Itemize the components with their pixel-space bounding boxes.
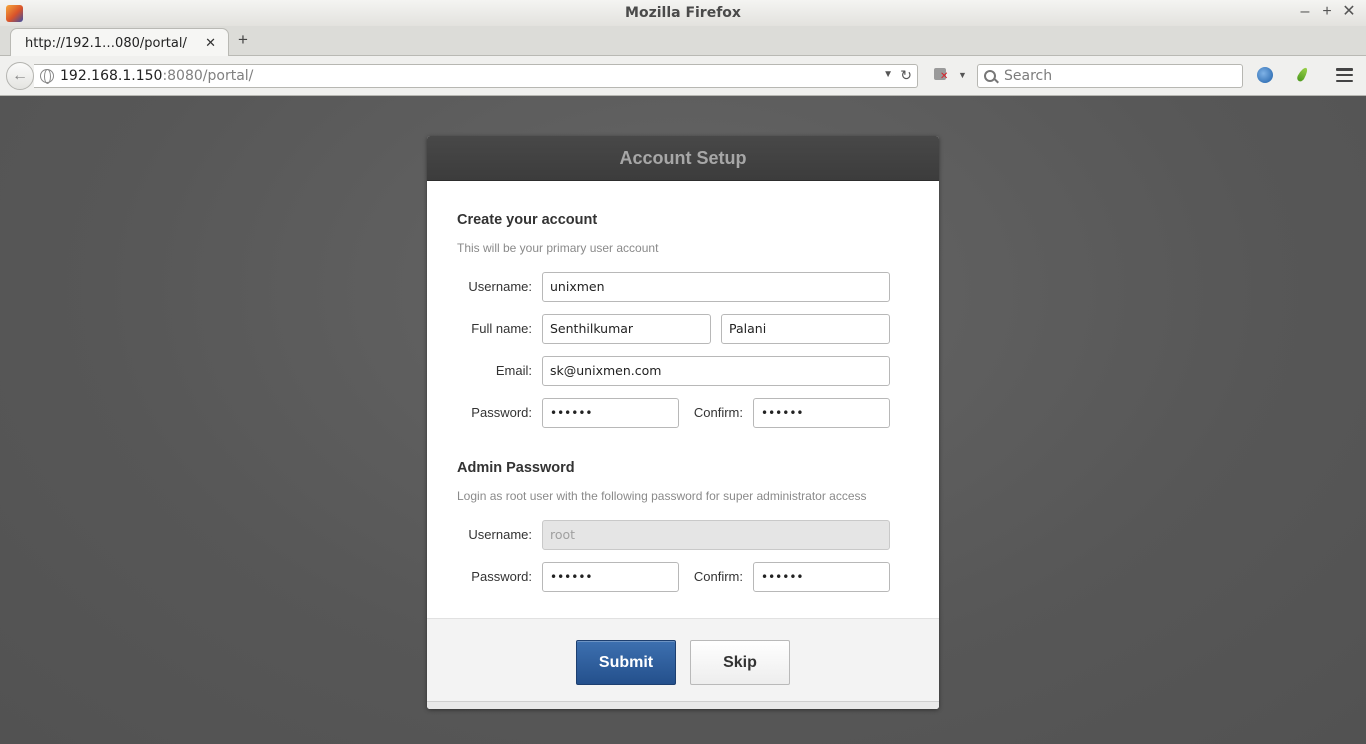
reload-icon[interactable]: ↻ bbox=[900, 67, 912, 84]
addon-globe-icon[interactable] bbox=[1257, 67, 1273, 83]
account-setup-card: Account Setup Create your account This w… bbox=[427, 136, 939, 709]
admin-confirm-password-input[interactable]: •••••• bbox=[753, 562, 890, 592]
card-body: Create your account This will be your pr… bbox=[427, 181, 939, 618]
search-icon bbox=[984, 70, 996, 82]
tab-strip: http://192.1…080/portal/ ✕ + bbox=[0, 26, 1366, 57]
url-bar[interactable]: 192.168.1.150:8080/portal/ ▼ ↻ bbox=[34, 64, 918, 88]
admin-confirm-label: Confirm: bbox=[693, 569, 743, 584]
navigation-bar: ← 192.168.1.150:8080/portal/ ▼ ↻ ▼ Searc… bbox=[0, 56, 1366, 96]
window-controls: – + ✕ bbox=[1298, 3, 1356, 21]
section-title-create-account: Create your account bbox=[457, 212, 598, 228]
fullname-label: Full name: bbox=[471, 321, 532, 336]
section-desc-admin-password: Login as root user with the following pa… bbox=[457, 489, 867, 503]
confirm-password-input[interactable]: •••••• bbox=[753, 398, 890, 428]
first-name-input[interactable]: Senthilkumar bbox=[542, 314, 711, 344]
window-title: Mozilla Firefox bbox=[625, 5, 741, 21]
url-path: :8080/portal/ bbox=[162, 68, 254, 84]
title-bar: Mozilla Firefox – + ✕ bbox=[0, 0, 1366, 26]
tab-close-icon[interactable]: ✕ bbox=[205, 35, 216, 51]
maximize-button[interactable]: + bbox=[1320, 3, 1334, 21]
username-input[interactable]: unixmen bbox=[542, 272, 890, 302]
footer-edge bbox=[427, 701, 939, 709]
url-host: 192.168.1.150 bbox=[60, 68, 163, 84]
minimize-button[interactable]: – bbox=[1298, 3, 1312, 21]
password-label: Password: bbox=[471, 405, 532, 420]
globe-icon bbox=[40, 69, 54, 84]
admin-username-input: root bbox=[542, 520, 890, 550]
search-input[interactable]: Search bbox=[977, 64, 1243, 88]
admin-username-label: Username: bbox=[468, 527, 532, 542]
card-header: Account Setup bbox=[427, 136, 939, 181]
admin-password-input[interactable]: •••••• bbox=[542, 562, 679, 592]
email-label: Email: bbox=[495, 363, 532, 378]
download-dropdown-icon[interactable]: ▼ bbox=[958, 70, 967, 80]
search-placeholder: Search bbox=[1004, 68, 1053, 84]
last-name-input[interactable]: Palani bbox=[721, 314, 890, 344]
username-label: Username: bbox=[468, 279, 532, 294]
tab-portal[interactable]: http://192.1…080/portal/ ✕ bbox=[10, 28, 229, 57]
addon-leaf-icon[interactable] bbox=[1296, 66, 1310, 84]
firefox-logo-icon bbox=[6, 5, 23, 22]
card-footer: Submit Skip bbox=[427, 618, 939, 709]
url-history-dropdown-icon[interactable]: ▼ bbox=[883, 69, 893, 80]
section-title-admin-password: Admin Password bbox=[457, 460, 575, 476]
back-button[interactable]: ← bbox=[6, 62, 34, 90]
submit-button[interactable]: Submit bbox=[576, 640, 676, 685]
hamburger-menu-icon[interactable] bbox=[1336, 68, 1353, 82]
password-input[interactable]: •••••• bbox=[542, 398, 679, 428]
confirm-label: Confirm: bbox=[693, 405, 743, 420]
skip-button[interactable]: Skip bbox=[690, 640, 790, 685]
email-input[interactable]: sk@unixmen.com bbox=[542, 356, 890, 386]
section-desc-create-account: This will be your primary user account bbox=[457, 241, 659, 255]
download-blocked-icon[interactable] bbox=[932, 66, 950, 84]
back-arrow-icon: ← bbox=[12, 67, 28, 84]
page-viewport: Account Setup Create your account This w… bbox=[0, 96, 1366, 744]
admin-password-label: Password: bbox=[471, 569, 532, 584]
tab-label: http://192.1…080/portal/ bbox=[25, 35, 187, 51]
new-tab-button[interactable]: + bbox=[236, 30, 250, 50]
close-window-button[interactable]: ✕ bbox=[1342, 3, 1356, 21]
card-title: Account Setup bbox=[619, 147, 747, 168]
